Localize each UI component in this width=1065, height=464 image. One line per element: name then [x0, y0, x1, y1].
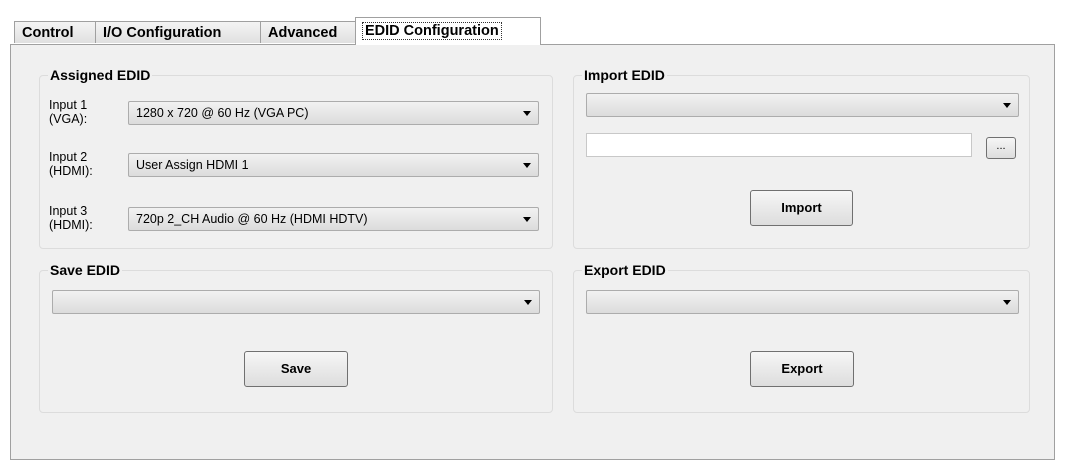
save-button[interactable]: Save	[244, 351, 348, 387]
import-edid-group: Import EDID ... Import	[573, 67, 1030, 249]
chevron-down-icon	[523, 217, 531, 222]
chevron-down-icon	[524, 300, 532, 305]
import-file-path-input[interactable]	[586, 133, 972, 157]
save-edid-select[interactable]	[52, 290, 540, 314]
export-edid-group: Export EDID Export	[573, 262, 1030, 413]
label-line: (HDMI):	[49, 218, 93, 232]
chevron-down-icon	[523, 163, 531, 168]
select-value: User Assign HDMI 1	[136, 158, 249, 172]
tab-panel: Assigned EDID Input 1 (VGA): 1280 x 720 …	[10, 44, 1055, 460]
tab-label: Advanced	[268, 25, 338, 41]
save-edid-group: Save EDID Save	[39, 262, 553, 413]
input-3-edid-select[interactable]: 720p 2_CH Audio @ 60 Hz (HDMI HDTV)	[128, 207, 539, 231]
group-title: Save EDID	[48, 262, 123, 278]
group-title: Export EDID	[582, 262, 668, 278]
select-value: 1280 x 720 @ 60 Hz (VGA PC)	[136, 106, 309, 120]
label-line: Input 1	[49, 98, 88, 112]
tab-io-configuration[interactable]: I/O Configuration	[95, 21, 261, 43]
label-line: Input 3	[49, 204, 88, 218]
input-3-label: Input 3 (HDMI):	[49, 204, 93, 232]
button-label: Save	[280, 361, 312, 376]
label-line: (VGA):	[49, 112, 88, 126]
tab-label: EDID Configuration	[362, 22, 502, 40]
input-1-label: Input 1 (VGA):	[49, 98, 87, 126]
tab-advanced[interactable]: Advanced	[260, 21, 356, 43]
import-edid-select[interactable]	[586, 93, 1019, 117]
label-line: (HDMI):	[49, 164, 93, 178]
import-button[interactable]: Import	[750, 190, 853, 226]
tab-label: I/O Configuration	[103, 25, 222, 41]
input-2-edid-select[interactable]: User Assign HDMI 1	[128, 153, 539, 177]
group-title: Assigned EDID	[48, 67, 153, 83]
chevron-down-icon	[523, 111, 531, 116]
tab-edid-configuration[interactable]: EDID Configuration	[355, 17, 541, 45]
button-label: Import	[781, 200, 822, 215]
tab-control[interactable]: Control	[14, 21, 96, 43]
browse-label: ...	[996, 140, 1006, 152]
export-button[interactable]: Export	[750, 351, 854, 387]
chevron-down-icon	[1003, 103, 1011, 108]
button-label: Export	[781, 361, 823, 376]
export-edid-select[interactable]	[586, 290, 1019, 314]
input-1-edid-select[interactable]: 1280 x 720 @ 60 Hz (VGA PC)	[128, 101, 539, 125]
browse-button[interactable]: ...	[986, 137, 1016, 159]
tab-label: Control	[22, 25, 74, 41]
assigned-edid-group: Assigned EDID Input 1 (VGA): 1280 x 720 …	[39, 67, 553, 249]
input-2-label: Input 2 (HDMI):	[49, 150, 93, 178]
chevron-down-icon	[1003, 300, 1011, 305]
select-value: 720p 2_CH Audio @ 60 Hz (HDMI HDTV)	[136, 212, 368, 226]
group-title: Import EDID	[582, 67, 667, 83]
label-line: Input 2	[49, 150, 88, 164]
